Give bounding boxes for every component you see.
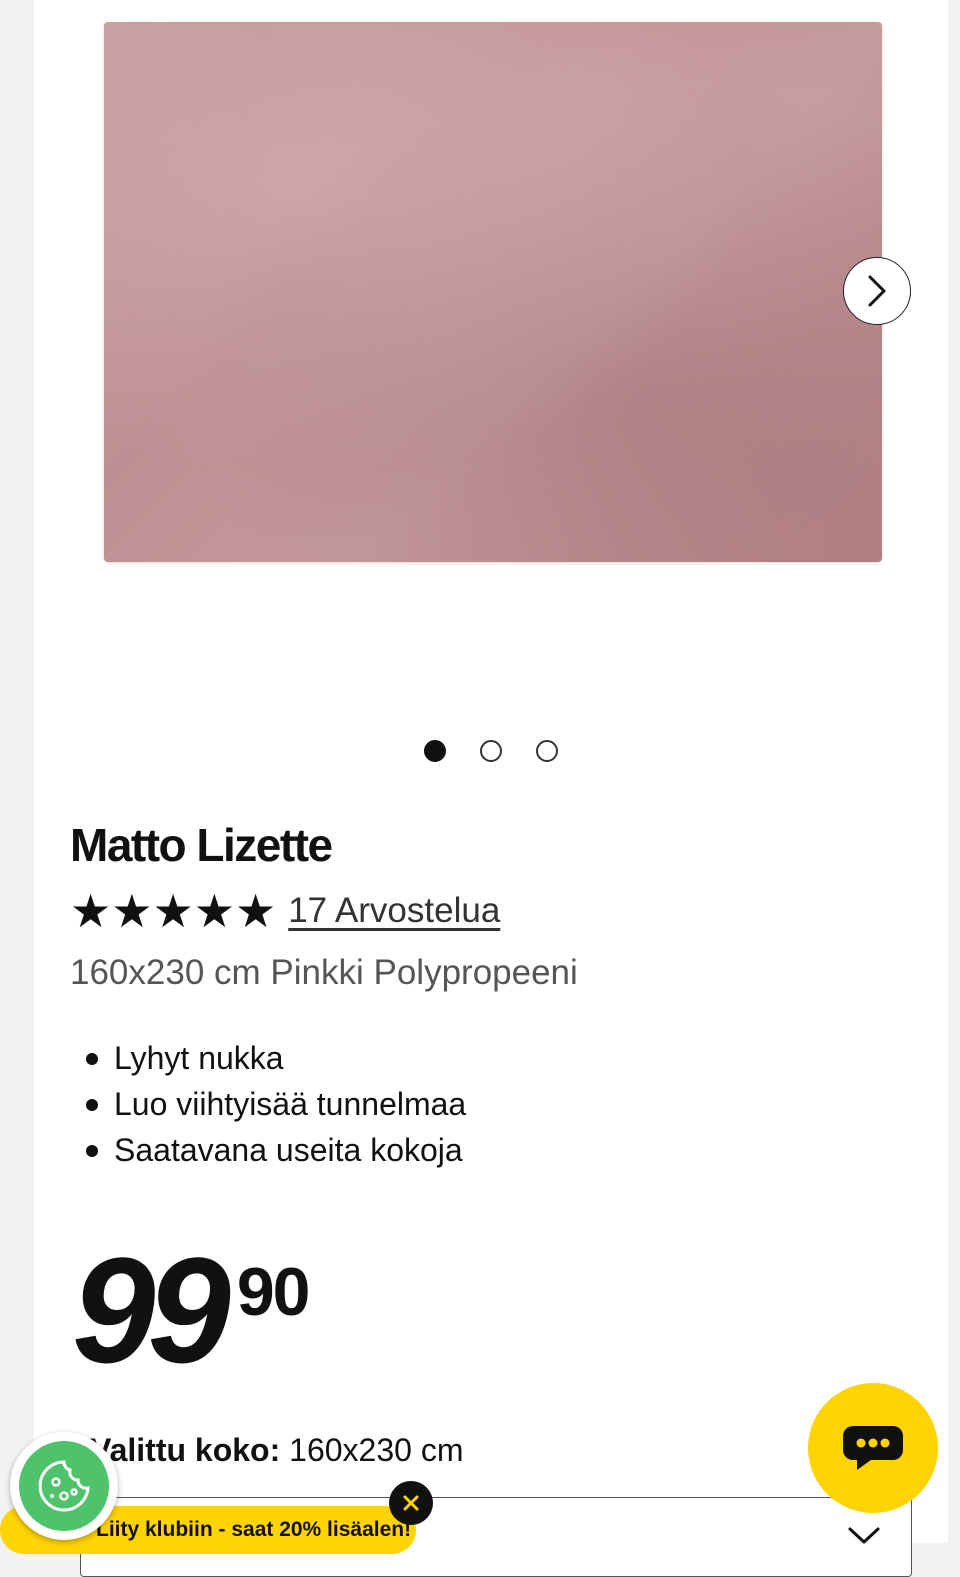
selected-size: Valittu koko: 160x230 cm (90, 1432, 463, 1469)
selected-size-label: Valittu koko: (90, 1432, 281, 1468)
product-price: 99 90 (72, 1226, 311, 1394)
cookie-badge (19, 1441, 109, 1531)
gallery-dot-2[interactable] (480, 740, 502, 762)
club-banner-close-button[interactable] (389, 1481, 433, 1525)
product-title: Matto Lizette (70, 819, 333, 871)
feature-item: Lyhyt nukka (85, 1038, 466, 1084)
product-rating: ★★★★★ 17 Arvostelua (70, 888, 500, 934)
product-image[interactable] (104, 22, 882, 562)
cookie-settings-button[interactable] (10, 1432, 118, 1540)
club-banner-text: Liity klubiin - saat 20% lisäalen! (96, 1518, 412, 1541)
feature-item: Luo viihtyisää tunnelmaa (85, 1084, 466, 1130)
chat-bubble-icon (843, 1426, 903, 1470)
price-integer: 99 (72, 1226, 231, 1394)
reviews-link[interactable]: 17 Arvostelua (288, 891, 500, 931)
selected-size-value: 160x230 cm (289, 1432, 464, 1468)
gallery-pagination (0, 740, 960, 762)
chevron-down-icon (848, 1527, 880, 1544)
rating-stars: ★★★★★ (70, 884, 277, 938)
cookie-icon (38, 1460, 90, 1512)
gallery-next-button[interactable] (843, 257, 911, 325)
close-icon (403, 1495, 419, 1511)
price-decimal: 90 (236, 1254, 311, 1330)
gallery-dot-3[interactable] (536, 740, 558, 762)
chat-button[interactable] (808, 1383, 938, 1513)
product-subtitle: 160x230 cm Pinkki Polypropeeni (70, 953, 578, 992)
feature-list: Lyhyt nukka Luo viihtyisää tunnelmaa Saa… (85, 1038, 466, 1176)
feature-item: Saatavana useita kokoja (85, 1130, 466, 1176)
chevron-right-icon (868, 275, 886, 307)
gallery-dot-1[interactable] (424, 740, 446, 762)
